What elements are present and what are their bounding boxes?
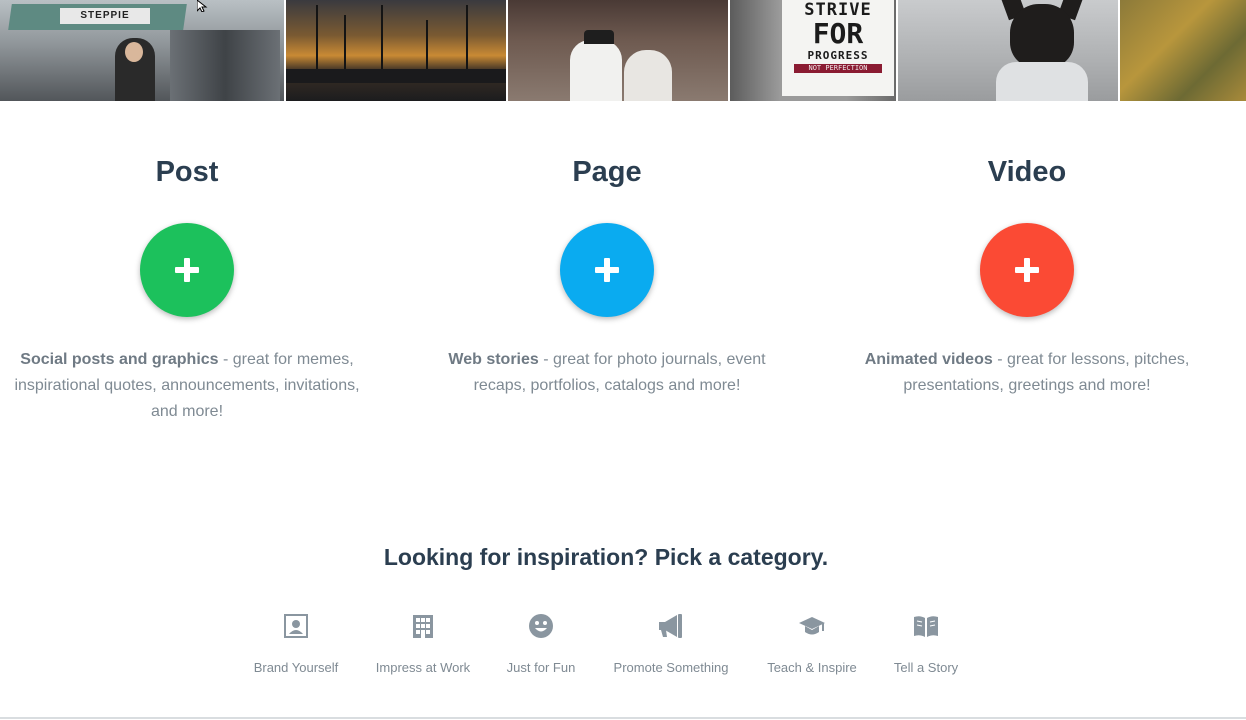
boat-mast (426, 20, 428, 75)
plus-icon (175, 258, 199, 282)
boat-mast (381, 5, 383, 75)
page-description-bold: Web stories (448, 351, 539, 368)
video-title: Video (987, 156, 1067, 188)
banner-photo-field (1120, 0, 1246, 101)
megaphone-icon (659, 614, 682, 638)
plus-icon (595, 258, 619, 282)
page-title: Page (572, 156, 642, 188)
category-label: Teach & Inspire (767, 660, 857, 675)
boat-mast (316, 5, 318, 75)
create-post-column: Post Social posts and graphics - great f… (7, 150, 367, 425)
poster-line: PROGRESS (807, 49, 869, 62)
banner-photo-dog (898, 0, 1120, 101)
vendor-face (125, 42, 143, 62)
groom-figure (570, 40, 622, 101)
category-impress-at-work[interactable]: Impress at Work (369, 612, 477, 675)
post-title: Post (155, 156, 219, 188)
mouse-cursor-icon (197, 0, 208, 12)
category-label: Promote Something (613, 660, 729, 675)
groom-hat (584, 30, 614, 44)
create-video-column: Video Animated videos - great for lesson… (847, 150, 1207, 399)
post-description-bold: Social posts and graphics (20, 351, 219, 368)
market-sign: STEPPIE (60, 8, 150, 24)
boat-mast (466, 5, 468, 75)
poster-line: FOR (812, 17, 864, 50)
category-promote-something[interactable]: Promote Something (606, 612, 736, 675)
page-description: Web stories - great for photo journals, … (432, 347, 782, 399)
boat-mast (344, 15, 346, 75)
smiley-icon (529, 614, 553, 638)
banner-photo-harbor (286, 0, 508, 101)
banner-photo-wedding (508, 0, 730, 101)
category-brand-yourself[interactable]: Brand Yourself (245, 612, 347, 675)
portrait-icon (284, 614, 308, 638)
category-label: Tell a Story (893, 660, 959, 675)
harbor-boats (286, 69, 506, 83)
banner-photo-strip: STEPPIE STRIVE FOR PROGRESS NOT PERFECTI… (0, 0, 1246, 101)
graduation-cap-icon (799, 617, 825, 635)
plus-icon (1015, 258, 1039, 282)
dog-head (1010, 4, 1074, 68)
video-description-bold: Animated videos (864, 351, 993, 368)
bride-figure (624, 50, 672, 101)
bottom-divider (0, 717, 1246, 719)
building-icon (413, 615, 433, 638)
dog-sweater (996, 62, 1088, 101)
video-description: Animated videos - great for lessons, pit… (852, 347, 1202, 399)
clothing-rack (170, 30, 280, 101)
create-page-button[interactable] (560, 223, 654, 317)
open-book-icon (914, 616, 938, 637)
banner-photo-market: STEPPIE (0, 0, 286, 101)
create-video-button[interactable] (980, 223, 1074, 317)
category-teach-and-inspire[interactable]: Teach & Inspire (761, 612, 863, 675)
create-page-column: Page Web stories - great for photo journ… (427, 150, 787, 399)
poster-text: STRIVE FOR PROGRESS NOT PERFECTION (788, 2, 888, 73)
category-just-for-fun[interactable]: Just for Fun (501, 612, 581, 675)
create-post-button[interactable] (140, 223, 234, 317)
inspiration-heading: Looking for inspiration? Pick a category… (383, 544, 829, 570)
category-list: Brand Yourself Impress at Work Just for … (0, 612, 1246, 682)
post-description: Social posts and graphics - great for me… (12, 347, 362, 425)
poster-line: NOT PERFECTION (794, 64, 882, 73)
category-label: Just for Fun (506, 660, 576, 675)
category-label: Brand Yourself (253, 660, 339, 675)
category-label: Impress at Work (375, 660, 471, 675)
banner-photo-poster: STRIVE FOR PROGRESS NOT PERFECTION (730, 0, 898, 101)
category-tell-a-story[interactable]: Tell a Story (887, 612, 965, 675)
